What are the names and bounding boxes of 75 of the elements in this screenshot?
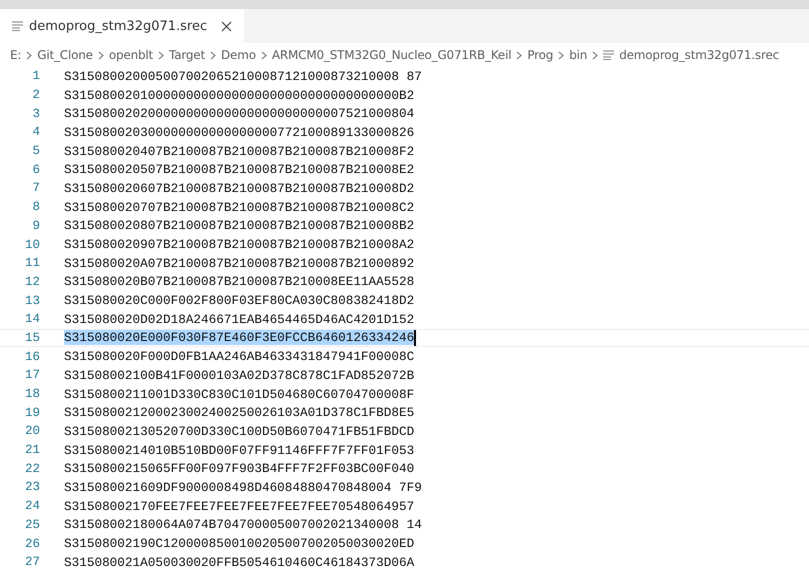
code-line: S315080020807B2100087B2100087B2100087B210008B2 — [64, 218, 414, 234]
line-number: 13 — [24, 294, 40, 308]
line-number: 21 — [24, 443, 40, 458]
line-number: 14 — [24, 312, 40, 326]
line-number: 20 — [24, 424, 40, 438]
code-line: S31508002130520700D330C100D50B6070471FB51FBDCD — [64, 424, 414, 439]
chevron-icon — [158, 50, 164, 60]
line-number: 6 — [31, 162, 40, 177]
breadcrumb-item[interactable]: bin — [569, 48, 588, 62]
line-number: 7 — [31, 181, 40, 196]
breadcrumb-item[interactable]: ARMCM0_STM32G0_Nucleo_G071RB_Keil — [272, 48, 512, 62]
line-number: 9 — [31, 218, 40, 233]
code-line: S31508002190C1200008500100205007002050030020ED — [64, 536, 414, 552]
breadcrumb-item[interactable]: Git_Clone — [37, 48, 93, 62]
chevron-icon — [210, 50, 216, 60]
breadcrumb-item[interactable]: openblt — [108, 48, 154, 62]
code-line: S3150800200050070020652100087121000873210008 87 — [64, 68, 422, 84]
code-line: S315080020907B2100087B2100087B2100087B210008A2 — [64, 237, 414, 252]
code-line: S315080020607B2100087B2100087B2100087B210008D2 — [64, 180, 414, 196]
editor-tab[interactable]: demoprog_stm32g071.srec — [0, 9, 244, 43]
code-line: S315080020A07B2100087B2100087B2100087B21000892 — [64, 256, 414, 271]
code-line: S315080020C000F002F800F03EF80CA030C808382418D2 — [64, 293, 414, 308]
chevron-icon — [558, 50, 564, 60]
code-line: S315080020D02D18A246671EAB4654465D46AC4201D152 — [64, 312, 414, 327]
code-line: S315080021A050030020FFB5054610460C46184373D06A — [64, 554, 414, 570]
line-number: 15 — [24, 330, 40, 345]
code-line: S315080020B07B2100087B2100087B210008EE11AA5528 — [64, 274, 414, 290]
line-number: 26 — [24, 536, 40, 551]
code-line: S315080020407B2100087B2100087B2100087B210008F2 — [64, 144, 414, 159]
line-number: 24 — [24, 499, 40, 514]
line-number: 25 — [24, 518, 40, 532]
file-lines-icon — [12, 21, 23, 31]
breadcrumb-item[interactable]: Prog — [527, 48, 554, 62]
breadcrumb-item[interactable]: Demo — [220, 48, 256, 62]
line-number: 17 — [24, 368, 40, 382]
line-number: 16 — [24, 350, 40, 364]
text-cursor — [414, 330, 416, 346]
code-line: S315080021200023002400250026103A01D378C1FBD8E5 — [64, 405, 414, 420]
breadcrumb-item[interactable]: E: — [10, 48, 22, 62]
code-line: S3150800201000000000000000000000000000000000B2 — [64, 88, 414, 103]
line-number: 27 — [24, 555, 40, 570]
close-icon[interactable] — [221, 20, 232, 32]
code-line: S315080020300000000000000000772100089133000826 — [64, 124, 414, 140]
code-line: S315080020707B2100087B2100087B2100087B210008C2 — [64, 200, 414, 215]
line-number: 12 — [24, 274, 40, 289]
line-number: 2 — [31, 88, 40, 102]
chevron-icon — [260, 50, 267, 60]
code-line: S3150800211001D330C830C101D504680C60704700008F — [64, 386, 414, 402]
chevron-icon — [26, 50, 32, 60]
code-line: S315080020F000D0FB1AA246AB4633431847941F00008C — [64, 349, 414, 364]
code-line: S3150800215065FF00F097F903B4FFF7F2FF03BC00F040 — [64, 461, 414, 476]
line-number: 4 — [31, 125, 40, 140]
line-number: 18 — [24, 387, 40, 402]
code-line: S31508002180064A074B704700005007002021340008 14 — [64, 517, 422, 532]
code-line: S315080020200000000000000000000000007521000804 — [64, 106, 414, 122]
line-number: 10 — [24, 238, 40, 252]
line-number: 3 — [31, 106, 40, 121]
code-line: S31508002100B41F0000103A02D378C878C1FAD852072B — [64, 368, 414, 383]
file-lines-icon — [603, 50, 614, 60]
line-number: 19 — [24, 406, 40, 420]
code-line: S31508002170FEE7FEE7FEE7FEE7FEE7FEE70548064957 — [64, 498, 414, 514]
breadcrumb-item[interactable]: demoprog_stm32g071.srec — [619, 48, 780, 62]
line-number: 8 — [31, 200, 40, 214]
line-number: 23 — [24, 480, 40, 494]
line-number: 5 — [31, 144, 40, 158]
code-line: S315080021609DF9000008498D46084880470848004 7F9 — [64, 480, 422, 495]
line-number: 22 — [24, 462, 40, 476]
code-line: S3150800214010B510BD00F07FF91146FFF7F7FF01F053 — [64, 442, 414, 458]
chevron-icon — [592, 50, 598, 60]
line-number: 11 — [24, 256, 40, 270]
chevron-icon — [516, 50, 522, 60]
code-line: S315080020507B2100087B2100087B2100087B210008E2 — [64, 162, 414, 178]
breadcrumb-item[interactable]: Target — [169, 48, 205, 62]
line-number: 1 — [31, 69, 40, 84]
chevron-icon — [98, 50, 104, 60]
